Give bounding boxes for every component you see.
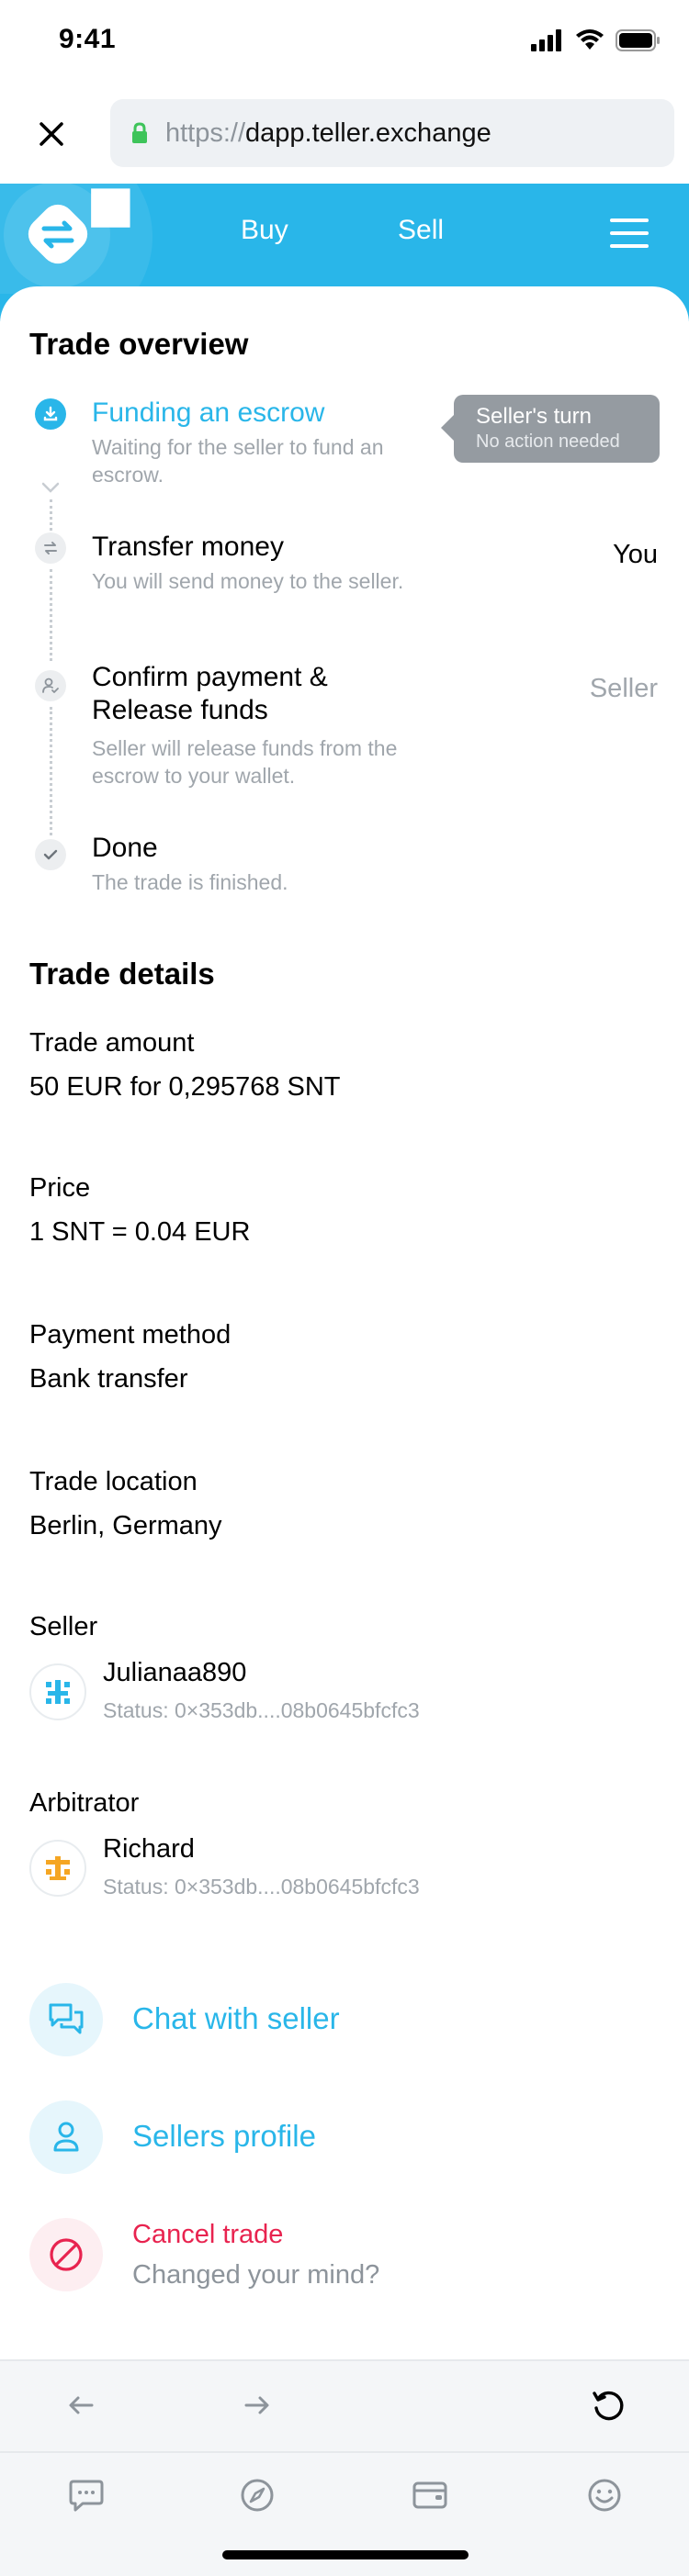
browser-tab[interactable] [230, 2468, 285, 2523]
nav-sell[interactable]: Sell [398, 215, 444, 246]
forward-button[interactable] [230, 2378, 285, 2433]
signal-icon [531, 29, 561, 51]
browser-nav-row [0, 2361, 689, 2449]
status-time: 9:41 [59, 24, 117, 54]
arbitrator-avatar[interactable] [29, 1840, 86, 1897]
step-title-transfer: Transfer money [92, 532, 284, 562]
step-title-done: Done [92, 833, 158, 863]
wallet-tab-row [0, 2451, 689, 2536]
trade-location-label: Trade location [29, 1467, 198, 1496]
trade-details-title: Trade details [29, 957, 215, 991]
smiley-icon [588, 2479, 621, 2512]
sellers-turn-tooltip: Seller's turn No action needed [441, 395, 660, 463]
arrow-right-icon [244, 2396, 269, 2414]
trade-amount-value: 50 EUR for 0,295768 SNT [29, 1072, 341, 1102]
step-connector [50, 499, 52, 531]
close-button[interactable] [28, 110, 75, 158]
trade-location-value: Berlin, Germany [29, 1511, 222, 1540]
payment-method-value: Bank transfer [29, 1364, 188, 1394]
seller-status: Status: 0×353db....08b0645bfcfc3 [103, 1698, 420, 1722]
cancel-trade-subtitle: Changed your mind? [132, 2260, 380, 2290]
step-desc-done: The trade is finished. [92, 870, 288, 894]
lock-icon [132, 122, 147, 143]
seller-name[interactable]: Julianaa890 [103, 1658, 246, 1688]
reload-icon [593, 2391, 624, 2421]
status-bar: 9:41 [0, 0, 689, 84]
url-protocol: https:// [165, 118, 246, 148]
browser-toolbar [0, 2359, 689, 2576]
arbitrator-name[interactable]: Richard [103, 1834, 195, 1865]
teller-logo[interactable] [0, 184, 156, 321]
user-icon [53, 2122, 79, 2152]
arbitrator-status: Status: 0×353db....08b0645bfcfc3 [103, 1875, 420, 1898]
url-bar[interactable]: https://dapp.teller.exchange [110, 99, 674, 167]
battery-icon [616, 29, 660, 51]
cancel-trade-label[interactable]: Cancel trade [132, 2220, 283, 2250]
close-icon [40, 122, 63, 146]
back-button[interactable] [53, 2378, 108, 2433]
arbitrator-identicon-icon [46, 1856, 70, 1880]
step-desc-confirm: Seller will release funds from the escro… [92, 736, 398, 788]
step-connector [50, 707, 52, 835]
seller-avatar[interactable] [29, 1663, 86, 1720]
chat-tab[interactable] [59, 2468, 114, 2523]
download-icon [43, 406, 58, 421]
tooltip-title: Seller's turn [476, 404, 592, 429]
price-value: 1 SNT = 0.04 EUR [29, 1217, 251, 1247]
seller-label: Seller [29, 1612, 98, 1641]
tooltip-subtitle: No action needed [476, 431, 620, 452]
profile-tab[interactable] [577, 2468, 632, 2523]
payment-method-label: Payment method [29, 1320, 232, 1350]
step-active-icon [35, 398, 66, 430]
step-title-confirm: Confirm payment & Release funds [92, 662, 328, 725]
status-icons [531, 29, 661, 51]
menu-line [610, 218, 649, 222]
chat-with-seller-label[interactable]: Chat with seller [132, 2001, 340, 2036]
wallet-icon [412, 2481, 447, 2509]
step-connector [50, 569, 52, 661]
step-role-seller: Seller [589, 674, 658, 703]
menu-line [610, 231, 649, 235]
trade-overview-title: Trade overview [29, 327, 249, 361]
menu-line [610, 244, 649, 248]
sellers-profile-button[interactable] [29, 2100, 103, 2174]
sellers-profile-label[interactable]: Sellers profile [132, 2119, 316, 2154]
step-done-icon [35, 839, 66, 870]
step-title-funding: Funding an escrow [92, 398, 325, 428]
arbitrator-label: Arbitrator [29, 1788, 140, 1818]
browser-bar: https://dapp.teller.exchange [0, 84, 689, 184]
cancel-icon [50, 2238, 83, 2271]
chat-icon [49, 2003, 84, 2034]
wifi-icon [576, 29, 604, 50]
swap-icon [44, 542, 57, 554]
seller-identicon-icon [46, 1680, 70, 1704]
home-indicator [222, 2550, 469, 2559]
chat-bubble-icon [69, 2480, 104, 2512]
price-label: Price [29, 1173, 91, 1203]
chevron-down-icon [41, 482, 60, 493]
arrow-left-icon [69, 2396, 94, 2414]
step-role-you: You [613, 540, 658, 569]
step-transfer-icon [35, 532, 66, 564]
cancel-trade-button[interactable] [29, 2218, 103, 2291]
menu-button[interactable] [610, 218, 649, 252]
logo-icon [0, 184, 152, 321]
wallet-tab[interactable] [402, 2468, 457, 2523]
compass-icon [241, 2479, 274, 2512]
chat-with-seller-button[interactable] [29, 1983, 103, 2056]
url-host: dapp.teller.exchange [245, 118, 491, 148]
step-desc-funding: Waiting for the seller to fund an escrow… [92, 435, 384, 487]
check-icon [43, 849, 58, 860]
step-confirm-icon [35, 670, 66, 701]
trade-amount-label: Trade amount [29, 1028, 195, 1058]
user-check-icon [42, 678, 59, 693]
step-desc-transfer: You will send money to the seller. [92, 569, 404, 593]
reload-button[interactable] [581, 2378, 636, 2433]
nav-buy[interactable]: Buy [241, 215, 288, 246]
